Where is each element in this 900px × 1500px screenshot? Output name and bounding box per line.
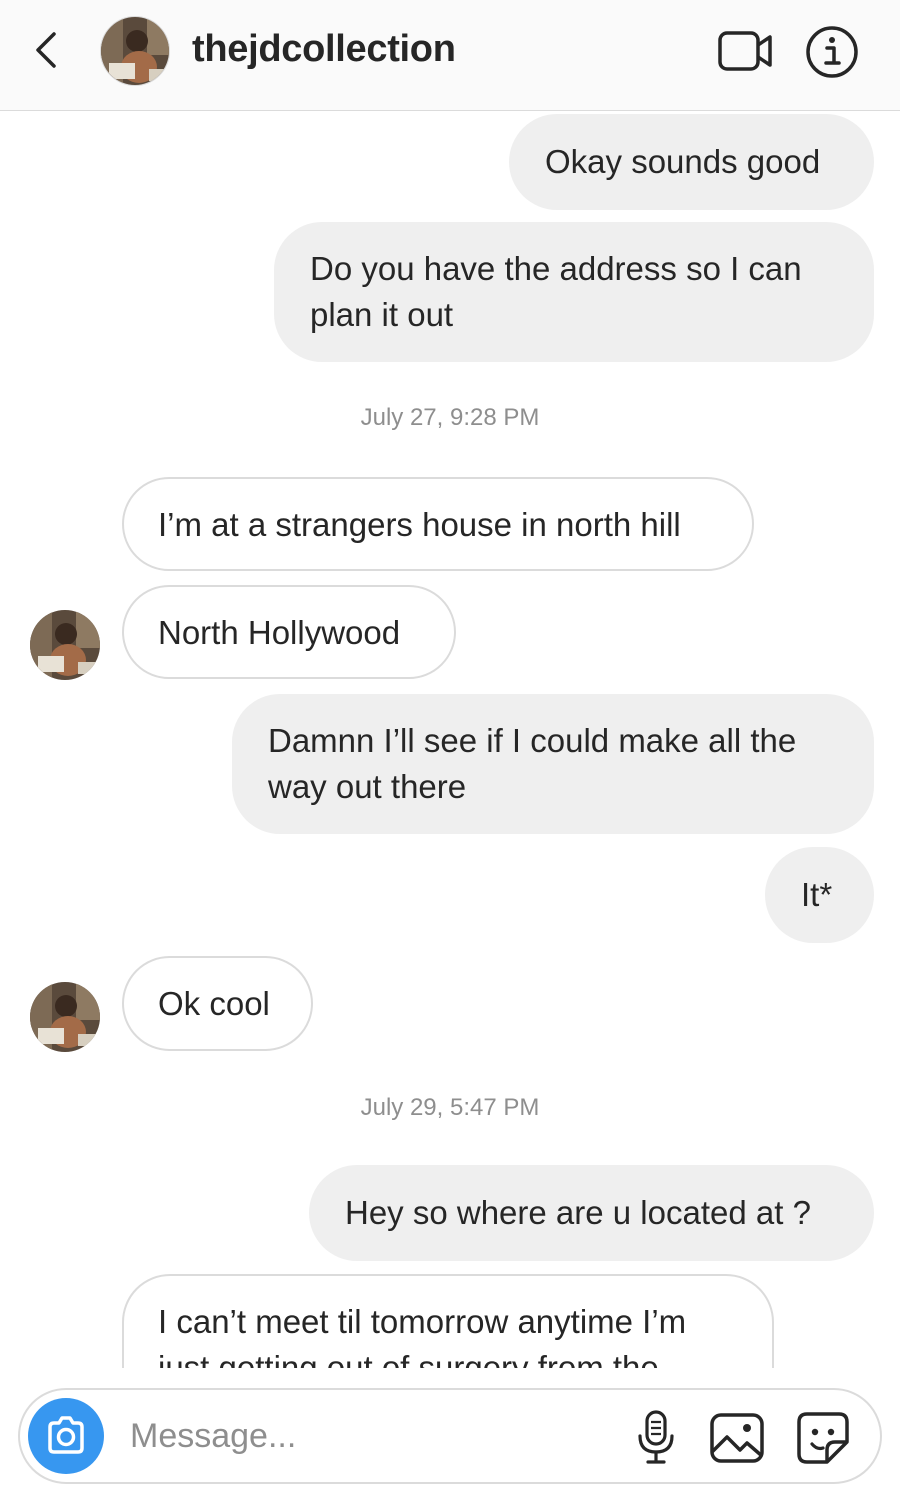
avatar[interactable] [30,610,100,680]
message-text: North Hollywood [158,614,401,651]
video-call-button[interactable] [716,26,776,76]
message-input[interactable] [130,1410,610,1462]
message-timestamp: July 29, 5:47 PM [360,1094,540,1121]
message-text: Do you have the address so I can plan it… [310,250,802,333]
image-gallery-icon [710,1413,764,1463]
message-timestamp: July 27, 9:28 PM [360,404,540,431]
message-bubble-received[interactable]: North Hollywood [122,585,456,679]
thread-header: thejdcollection [0,0,900,111]
message-bubble-sent[interactable]: Do you have the address so I can plan it… [274,222,874,362]
message-text: It* [801,876,833,913]
back-button[interactable] [28,28,68,72]
message-text: I’m at a strangers house in north hill [158,506,681,543]
chevron-left-icon [36,32,56,68]
message-text: Hey so where are u located at ? [345,1194,811,1231]
avatar[interactable] [30,982,100,1052]
message-composer [18,1388,882,1484]
camera-icon [48,1416,84,1454]
thread-username[interactable]: thejdcollection [192,28,456,71]
sticker-button[interactable] [793,1408,853,1468]
message-bubble-received[interactable]: I’m at a strangers house in north hill [122,477,754,571]
info-icon [806,26,858,78]
message-bubble-received[interactable]: Ok cool [122,956,313,1051]
message-bubble-sent[interactable]: Damnn I’ll see if I could make all the w… [232,694,874,834]
message-thread[interactable]: Okay sounds good Do you have the address… [0,111,900,1368]
video-camera-icon [718,31,772,71]
message-bubble-sent[interactable]: Okay sounds good [509,114,874,210]
message-text: I can’t meet til tomorrow anytime I’m ju… [158,1303,687,1368]
message-text: Ok cool [158,985,270,1022]
info-button[interactable] [804,24,860,80]
message-text: Okay sounds good [545,143,821,180]
message-bubble-received[interactable]: I can’t meet til tomorrow anytime I’m ju… [122,1274,774,1368]
avatar[interactable] [100,16,170,86]
voice-message-button[interactable] [626,1408,686,1468]
camera-button[interactable] [28,1398,104,1474]
message-text: Damnn I’ll see if I could make all the w… [268,722,797,805]
message-bubble-sent[interactable]: Hey so where are u located at ? [309,1165,874,1261]
microphone-icon [638,1410,674,1464]
sticker-icon [797,1412,849,1464]
gallery-button[interactable] [707,1408,767,1468]
message-bubble-sent[interactable]: It* [765,847,874,943]
